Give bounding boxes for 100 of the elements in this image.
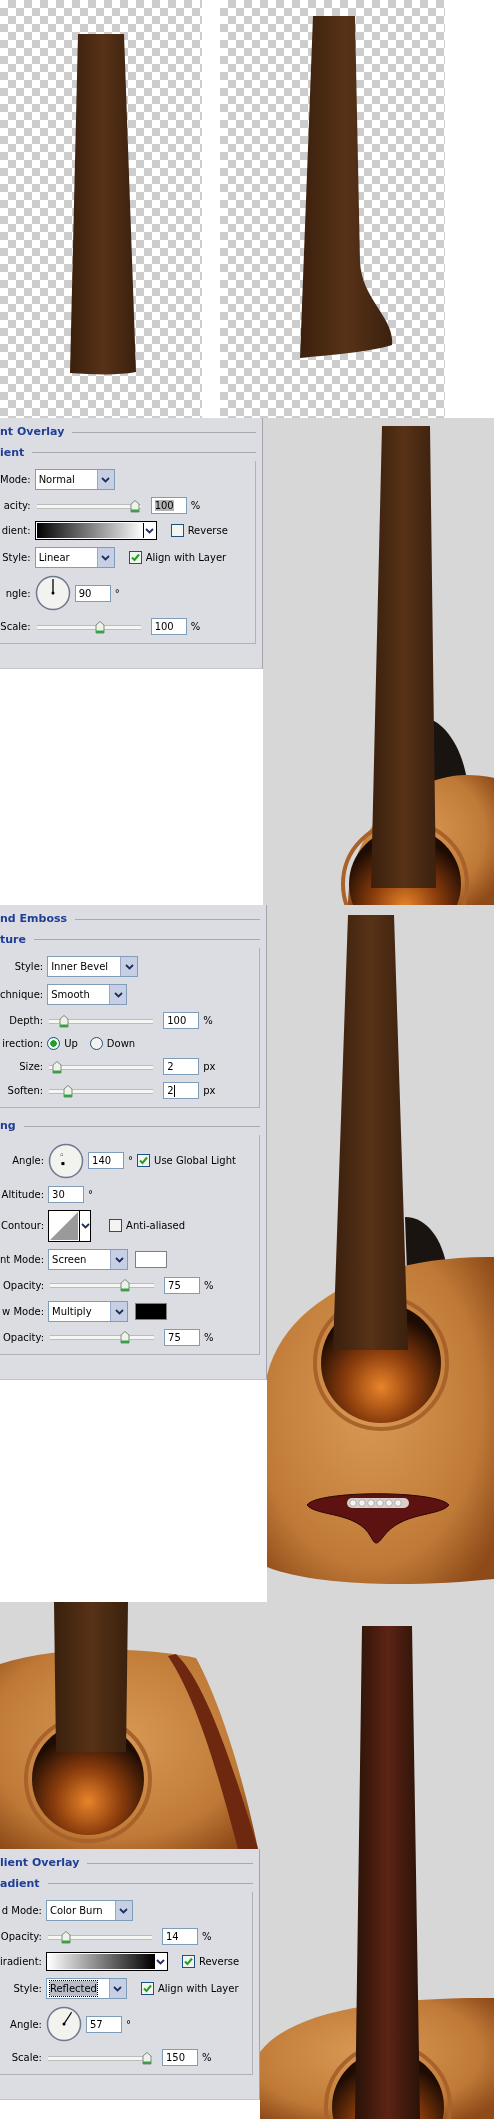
value-field[interactable]: 100	[150, 618, 187, 635]
color-swatch[interactable]	[135, 1302, 168, 1320]
value-field[interactable]: 57	[85, 2015, 122, 2033]
field-label: ngle:	[4, 586, 31, 601]
dropdown[interactable]: Multiply	[48, 1300, 129, 1322]
group-title: ient	[0, 444, 25, 461]
panel-title: nt Overlay	[0, 424, 65, 440]
slider-thumb[interactable]	[120, 1331, 131, 1344]
dropdown[interactable]: Color Burn	[45, 1900, 133, 1921]
value-field[interactable]: 150	[161, 2049, 198, 2066]
unit-label: %	[190, 499, 201, 513]
field-label: Angle:	[9, 2017, 42, 2032]
radio-button[interactable]	[89, 1037, 103, 1050]
slider-thumb[interactable]	[120, 1279, 131, 1292]
checkbox-label[interactable]: Reverse	[187, 523, 228, 538]
unit-label: %	[204, 1330, 214, 1345]
angle-dial[interactable]	[45, 2006, 82, 2042]
value-field[interactable]: 30	[48, 1185, 85, 1203]
field-label: Style:	[13, 960, 44, 974]
caret-icon[interactable]	[110, 1301, 128, 1321]
dropdown[interactable]: Smooth	[47, 984, 128, 1005]
unit-label: px	[203, 1084, 216, 1098]
caret-icon[interactable]	[142, 523, 155, 538]
caret-icon[interactable]	[110, 1249, 128, 1269]
field-label: Opacity:	[1, 1330, 45, 1345]
slider-thumb[interactable]	[130, 499, 141, 513]
slider-thumb[interactable]	[58, 1014, 69, 1028]
checkbox-label[interactable]: Align with Layer	[145, 550, 227, 565]
unit-label: °	[114, 586, 120, 601]
checkbox-label[interactable]: Anti-aliased	[126, 1218, 186, 1233]
field-label: Angle:	[11, 1154, 45, 1168]
field-label: Style:	[1, 551, 31, 565]
slider-thumb[interactable]	[63, 1084, 74, 1098]
group-title: ng	[0, 1118, 16, 1134]
angle-dial[interactable]	[34, 575, 71, 611]
value-field[interactable]: 100	[163, 1012, 200, 1029]
field-label: w Mode:	[1, 1304, 45, 1319]
field-label: Mode:	[0, 473, 31, 487]
dropdown[interactable]: Linear	[34, 547, 115, 568]
field-label: Opacity:	[1, 1278, 45, 1293]
field-label: iradient:	[0, 1955, 42, 1969]
value-field[interactable]: 100	[150, 497, 187, 514]
checkbox-label[interactable]: Align with Layer	[157, 1981, 239, 1996]
checkbox[interactable]	[128, 551, 142, 564]
radio-label[interactable]: Down	[106, 1036, 136, 1051]
gradient-picker[interactable]	[34, 521, 157, 540]
value-field[interactable]: 2	[163, 1058, 200, 1075]
angle-dial[interactable]	[48, 1142, 85, 1179]
unit-label: %	[203, 1014, 213, 1028]
checkbox-label[interactable]: Reverse	[198, 1954, 240, 1969]
caret-icon[interactable]	[96, 548, 114, 567]
field-label: Opacity:	[0, 1930, 42, 1944]
value-field[interactable]: 75	[164, 1328, 201, 1346]
field-label: irection:	[1, 1037, 44, 1051]
dropdown[interactable]: Reflected	[45, 1978, 127, 1999]
contour-picker[interactable]	[48, 1209, 92, 1242]
value-field[interactable]: 14	[161, 1928, 198, 1945]
caret-icon[interactable]	[79, 1210, 91, 1241]
color-swatch[interactable]	[135, 1250, 168, 1268]
caret-icon[interactable]	[96, 470, 114, 489]
field-label: Contour:	[0, 1219, 45, 1233]
unit-label: %	[190, 620, 201, 634]
slider-thumb[interactable]	[94, 620, 105, 634]
slider-thumb[interactable]	[51, 1060, 62, 1074]
value-field[interactable]: 75	[164, 1276, 201, 1294]
radio-button[interactable]	[47, 1037, 61, 1050]
dropdown[interactable]: Screen	[48, 1248, 129, 1270]
field-label: Altitude:	[0, 1187, 45, 1202]
checkbox[interactable]	[170, 524, 184, 537]
checkbox-label[interactable]: Use Global Light	[154, 1153, 236, 1168]
checkbox[interactable]	[137, 1154, 151, 1167]
slider-thumb[interactable]	[141, 2051, 152, 2065]
value-field[interactable]: 90	[74, 584, 111, 602]
dropdown[interactable]: Normal	[34, 469, 115, 490]
checkbox[interactable]	[140, 1982, 154, 1995]
value-field[interactable]: 2	[163, 1082, 200, 1099]
slider-thumb[interactable]	[61, 1930, 72, 1944]
field-label: Scale:	[10, 2051, 42, 2065]
dropdown[interactable]: Inner Bevel	[47, 956, 139, 977]
field-label: Soften:	[6, 1084, 44, 1098]
unit-label: °	[88, 1187, 94, 1202]
field-label: Size:	[18, 1060, 44, 1074]
unit-label: %	[201, 2051, 212, 2065]
caret-icon[interactable]	[153, 1954, 166, 1969]
field-label: Depth:	[8, 1014, 44, 1028]
value-field[interactable]: 140	[88, 1152, 125, 1169]
group-title: ture	[0, 931, 26, 948]
caret-icon[interactable]	[108, 1979, 126, 1998]
caret-icon[interactable]	[120, 957, 138, 976]
checkbox[interactable]	[181, 1955, 195, 1968]
caret-icon[interactable]	[114, 1901, 132, 1920]
panel-title: nd Emboss	[0, 911, 68, 927]
caret-icon[interactable]	[109, 985, 127, 1004]
radio-label[interactable]: Up	[64, 1036, 78, 1051]
unit-label: %	[201, 1930, 212, 1944]
field-label: chnique:	[0, 988, 44, 1002]
checkbox[interactable]	[109, 1219, 123, 1232]
field-label: Style:	[12, 1982, 42, 1996]
gradient-picker[interactable]	[45, 1952, 168, 1971]
unit-label: %	[204, 1278, 214, 1293]
